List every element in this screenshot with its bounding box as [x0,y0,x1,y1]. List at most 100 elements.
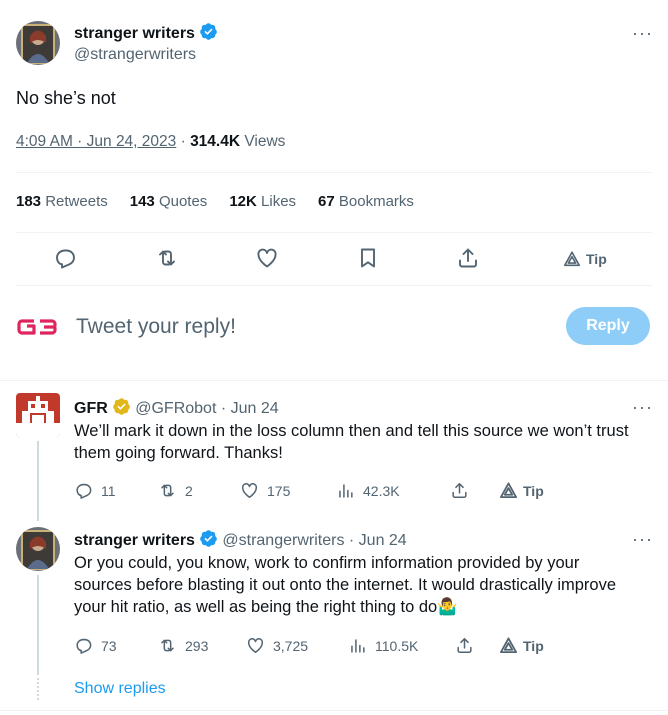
reply-header: stranger writers @strangerwriters · Jun … [74,529,407,550]
like-button[interactable]: 3,725 [246,636,308,655]
gb-logo-icon [17,319,57,335]
tip-icon [499,482,518,499]
tip-label: Tip [523,482,544,499]
reply-action-bar: 11 2 175 42.3K Tip [74,481,574,501]
tip-icon [499,637,518,654]
gold-verified-badge-icon [112,398,130,415]
share-icon [457,638,472,653]
reply-author-name[interactable]: GFR [74,400,108,417]
retweets-stat[interactable]: 183 Retweets [16,193,108,210]
heart-icon [257,248,277,268]
reply-count: 11 [101,482,116,499]
tip-label: Tip [586,251,607,267]
divider [16,172,652,173]
divider [16,232,652,233]
retweet-button[interactable]: 2 [158,481,193,500]
reply-author-avatar[interactable] [16,527,60,571]
bookmark-icon [361,248,375,268]
reply-text: Or you could, you know, work to confirm … [74,554,617,616]
quotes-stat[interactable]: 143 Quotes [130,193,208,210]
retweet-button[interactable]: 293 [158,636,208,655]
retweet-icon [161,639,174,652]
more-options-icon[interactable]: ··· [632,24,653,42]
reply-button[interactable]: 11 [74,481,116,500]
reply-action-bar: 73 293 3,725 110.5K Tip [74,636,574,656]
tip-button[interactable]: Tip [563,250,607,268]
reply-button[interactable] [53,246,79,272]
tweet-action-bar: Tip [0,246,668,274]
reply-text: We’ll mark it down in the loss column th… [74,422,629,462]
reply-icon [76,638,92,654]
views-count: 314.4K [190,133,241,150]
tip-icon [563,251,581,267]
views-button[interactable]: 42.3K [336,481,400,500]
retweets-label: Retweets [45,193,108,210]
tweet-text: No she’s not [16,88,116,108]
bookmarks-count: 67 [318,193,335,210]
show-replies-link[interactable]: Show replies [74,680,166,698]
tip-label: Tip [523,637,544,654]
thread-line [37,441,39,521]
thread-line [37,575,39,675]
analytics-icon [339,484,353,498]
retweet-icon [159,250,175,266]
gfr-avatar[interactable] [16,393,60,437]
verified-badge-icon [200,23,217,40]
reply-date[interactable]: · Jun 24 [349,532,407,549]
bookmark-button[interactable] [356,246,382,272]
views-button[interactable]: 110.5K [348,636,418,655]
tweet-meta: 4:09 AM · Jun 24, 2023 · 314.4K Views [16,133,285,151]
retweet-count: 2 [185,482,193,499]
share-button[interactable] [456,246,482,272]
like-button[interactable]: 175 [240,481,290,500]
retweet-button[interactable] [155,246,181,272]
views-label: Views [244,133,286,150]
reply-count: 73 [101,637,117,654]
more-options-icon[interactable]: ··· [632,398,653,416]
view-count: 110.5K [375,637,419,654]
share-button[interactable] [455,636,474,655]
share-icon [459,248,477,268]
divider [0,710,668,711]
likes-stat[interactable]: 12K Likes [229,193,296,210]
analytics-icon [351,639,365,653]
reply-input[interactable]: Tweet your reply! [76,315,236,339]
bookmarks-label: Bookmarks [338,193,414,210]
reply-header: GFR @GFRobot · Jun 24 [74,397,279,418]
tweet-timestamp[interactable]: 4:09 AM · Jun 24, 2023 [16,133,176,150]
divider [0,380,668,381]
reply-author-handle[interactable]: @GFRobot [135,400,216,417]
reply-date[interactable]: · Jun 24 [221,400,279,417]
author-avatar[interactable] [16,21,60,65]
tweet-stats: 183 Retweets 143 Quotes 12K Likes 67 Boo… [16,193,414,210]
like-count: 175 [267,482,291,499]
heart-icon [242,483,257,498]
tip-button[interactable]: Tip [499,636,544,655]
verified-badge-icon [200,530,217,547]
share-button[interactable] [450,481,469,500]
author-handle[interactable]: @strangerwriters [74,46,196,64]
reply-submit-button[interactable]: Reply [566,307,650,345]
author-name-row: stranger writers [74,22,218,43]
likes-label: Likes [261,193,297,210]
like-count: 3,725 [273,637,309,654]
reply-author-name[interactable]: stranger writers [74,532,195,549]
retweet-icon [161,484,174,497]
like-button[interactable] [255,246,281,272]
more-options-icon[interactable]: ··· [632,530,653,548]
likes-count: 12K [229,193,257,210]
reply-author-handle[interactable]: @strangerwriters [222,532,344,549]
bookmarks-stat[interactable]: 67 Bookmarks [318,193,414,210]
view-count: 42.3K [363,482,400,499]
meta-separator: · [176,133,191,150]
divider [16,285,652,286]
reply-button[interactable]: 73 [74,636,117,655]
reply-icon [76,483,92,499]
retweet-count: 293 [185,637,209,654]
quotes-count: 143 [129,193,155,210]
thread-dots [37,678,39,702]
author-name[interactable]: stranger writers [74,25,195,42]
reply-composer: Tweet your reply! Reply [0,296,668,356]
retweets-count: 183 [16,193,42,210]
tip-button[interactable]: Tip [499,481,544,500]
